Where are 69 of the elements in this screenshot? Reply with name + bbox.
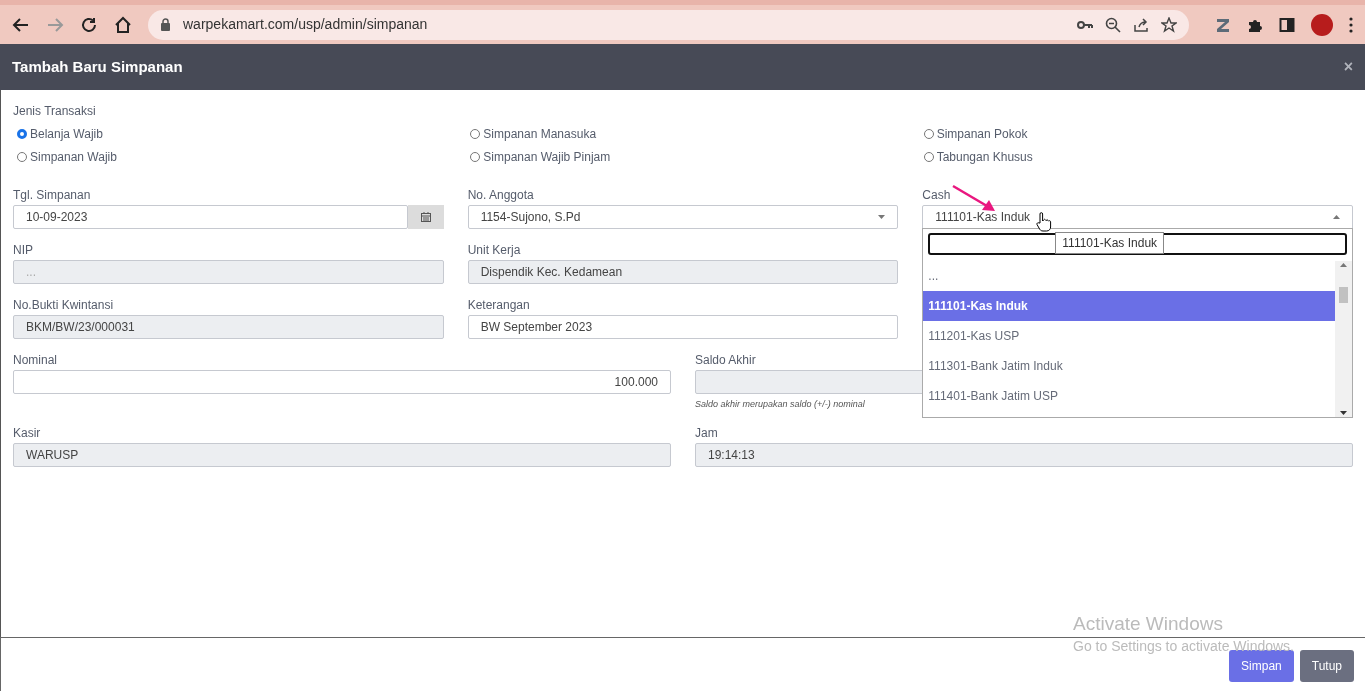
calendar-button[interactable] (407, 205, 444, 229)
zoom-out-icon[interactable] (1105, 16, 1121, 33)
select-field[interactable]: 111101-Kas Induk (922, 205, 1353, 229)
share-icon[interactable] (1133, 16, 1149, 33)
field-label: No. Anggota (467, 187, 535, 200)
radio-label: Simpanan Manasuka (483, 126, 597, 143)
dropdown-option[interactable]: 111401-Bank Jatim USP (923, 381, 1335, 411)
close-button[interactable]: × (1343, 59, 1353, 75)
dropdown-option[interactable]: ... (923, 261, 1335, 291)
lock-icon (160, 18, 171, 31)
radio-button[interactable] (470, 152, 481, 162)
star-icon[interactable] (1161, 16, 1177, 33)
caret-down-icon (878, 215, 886, 219)
dropdown-option[interactable]: 111301-Bank Jatim Induk (923, 351, 1335, 381)
field-label: Tgl. Simpanan (13, 187, 92, 200)
key-icon[interactable] (1077, 19, 1093, 30)
activation-notice-title: Activate Windows (1073, 612, 1223, 636)
radio-label: Tabungan Khusus (936, 149, 1033, 166)
radio-label: Belanja Wajib (30, 126, 103, 143)
readonly-field: 19:14:13 (695, 442, 1353, 467)
radio-label: Simpanan Wajib (30, 149, 117, 166)
radio-label: Simpanan Wajib Pinjam (483, 149, 611, 166)
extension-icon[interactable] (1215, 16, 1231, 33)
address-bar[interactable]: warpekamart.com/usp/admin/simpanan (148, 9, 1189, 40)
calendar-icon (420, 212, 431, 222)
save-button[interactable]: Simpan (1229, 650, 1294, 682)
field-label: Saldo Akhir (695, 352, 757, 365)
readonly-field: Dispendik Kec. Kedamean (467, 260, 899, 284)
annotation-arrow (951, 184, 998, 214)
modal-title: Tambah Baru Simpanan (12, 56, 183, 77)
menu-icon[interactable] (1349, 16, 1353, 33)
input-field[interactable]: BW September 2023 (467, 315, 899, 339)
reload-icon[interactable] (80, 15, 98, 34)
caret-up-icon (1333, 215, 1340, 219)
dropdown-option[interactable]: 111101-Kas Induk (923, 291, 1335, 321)
back-icon[interactable] (12, 15, 30, 34)
scrollbar-thumb[interactable] (1339, 287, 1348, 303)
field-label: No.Bukti Kwintansi (13, 297, 115, 310)
scroll-up-icon[interactable] (1340, 263, 1347, 267)
profile-avatar[interactable] (1311, 13, 1333, 36)
field-label: NIP (13, 242, 34, 255)
field-label: Jenis Transaksi (13, 103, 97, 120)
readonly-field: ... (13, 260, 444, 284)
readonly-field: WARUSP (13, 442, 671, 467)
radio-button[interactable] (17, 152, 27, 162)
field-label: Kasir (13, 424, 42, 438)
home-icon[interactable] (114, 15, 132, 34)
radio-button[interactable] (923, 129, 934, 139)
field-label: Nominal (13, 352, 58, 365)
date-field[interactable]: 10-09-2023 (13, 205, 408, 229)
radio-button[interactable] (17, 129, 27, 139)
scrollbar[interactable] (1335, 261, 1352, 417)
readonly-field: BKM/BW/23/000031 (13, 315, 444, 339)
radio-button[interactable] (470, 129, 481, 139)
select-field[interactable]: 1154-Sujono, S.Pd (467, 205, 899, 229)
field-label: Keterangan (467, 297, 531, 310)
scroll-down-icon[interactable] (1340, 411, 1347, 415)
dropdown-option[interactable]: 111201-Kas USP (923, 321, 1335, 351)
input-field[interactable]: 100.000 (13, 370, 671, 394)
url-text: warpekamart.com/usp/admin/simpanan (183, 15, 429, 34)
radio-button[interactable] (923, 152, 934, 162)
field-hint: Saldo akhir merupakan saldo (+/-) nominal (695, 398, 866, 411)
radio-label: Simpanan Pokok (936, 126, 1028, 143)
field-label: Jam (695, 424, 719, 438)
tooltip: 111101-Kas Induk (1055, 232, 1165, 254)
field-label: Unit Kerja (467, 242, 522, 255)
sidebar-icon[interactable] (1279, 16, 1295, 33)
close-dialog-button[interactable]: Tutup (1299, 650, 1354, 682)
field-label: Cash (922, 187, 952, 200)
